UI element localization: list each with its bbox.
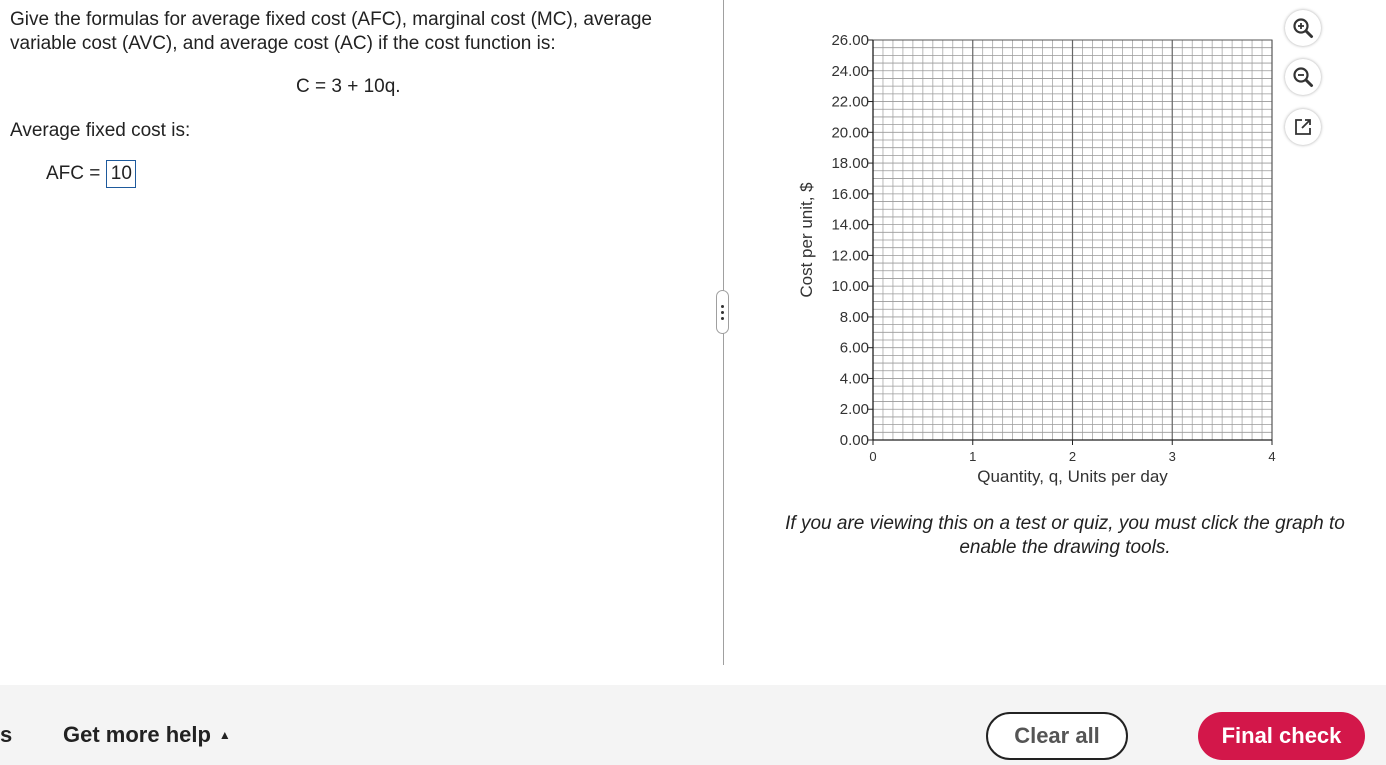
- y-tick-label: 8.00: [840, 309, 869, 326]
- y-tick-label: 14.00: [831, 217, 869, 234]
- y-tick-label: 0.00: [840, 432, 869, 449]
- get-more-help-button[interactable]: Get more help ▲: [63, 722, 231, 748]
- divider-drag-handle[interactable]: [716, 290, 729, 334]
- x-tick-label: 4: [1268, 449, 1275, 464]
- y-tick-label: 4.00: [840, 370, 869, 387]
- x-tick-label: 2: [1069, 449, 1076, 464]
- zoom-out-button[interactable]: [1285, 59, 1321, 95]
- clear-all-button[interactable]: Clear all: [986, 712, 1128, 760]
- pop-out-button[interactable]: [1285, 109, 1321, 145]
- y-tick-label: 12.00: [831, 247, 869, 264]
- afc-label: Average fixed cost is:: [10, 120, 191, 141]
- y-tick-label: 18.00: [831, 155, 869, 172]
- x-tick-label: 1: [969, 449, 976, 464]
- y-tick-label: 22.00: [831, 94, 869, 111]
- y-tick-label: 20.00: [831, 124, 869, 141]
- cost-function: C = 3 + 10q.: [296, 76, 401, 97]
- question-text: Give the formulas for average fixed cost…: [10, 9, 653, 54]
- y-tick-label: 6.00: [840, 340, 869, 357]
- cost-graph: 0.00 2.00 4.00 6.00 8.00 10.00 12.00 14.00 16.00…: [797, 32, 1276, 486]
- x-axis-label: Quantity, q, Units per day: [977, 467, 1168, 486]
- zoom-in-button[interactable]: [1285, 10, 1321, 46]
- pop-out-icon: [1295, 119, 1311, 135]
- truncated-left-label[interactable]: s: [0, 722, 12, 748]
- graph-area[interactable]: 0.00 2.00 4.00 6.00 8.00 10.00 12.00 14.00 16.00…: [760, 20, 1360, 490]
- final-check-button[interactable]: Final check: [1198, 712, 1365, 760]
- afc-prefix: AFC =: [46, 163, 101, 184]
- y-axis-label: Cost per unit, $: [797, 182, 816, 298]
- y-tick-label: 10.00: [831, 278, 869, 295]
- y-tick-label: 24.00: [831, 63, 869, 80]
- afc-answer-row: AFC = 10: [46, 160, 137, 188]
- caret-up-icon: ▲: [218, 728, 231, 742]
- x-tick-label: 0: [869, 449, 876, 464]
- y-tick-label: 26.00: [831, 32, 869, 49]
- zoom-in-icon: [1293, 18, 1313, 38]
- x-tick-label: 3: [1169, 449, 1176, 464]
- y-tick-label: 2.00: [840, 401, 869, 418]
- y-tick-label: 16.00: [831, 186, 869, 203]
- graph-instruction-note: If you are viewing this on a test or qui…: [785, 513, 1345, 558]
- help-label: Get more help: [63, 722, 211, 747]
- afc-input[interactable]: 10: [106, 160, 137, 188]
- zoom-out-icon: [1293, 67, 1313, 87]
